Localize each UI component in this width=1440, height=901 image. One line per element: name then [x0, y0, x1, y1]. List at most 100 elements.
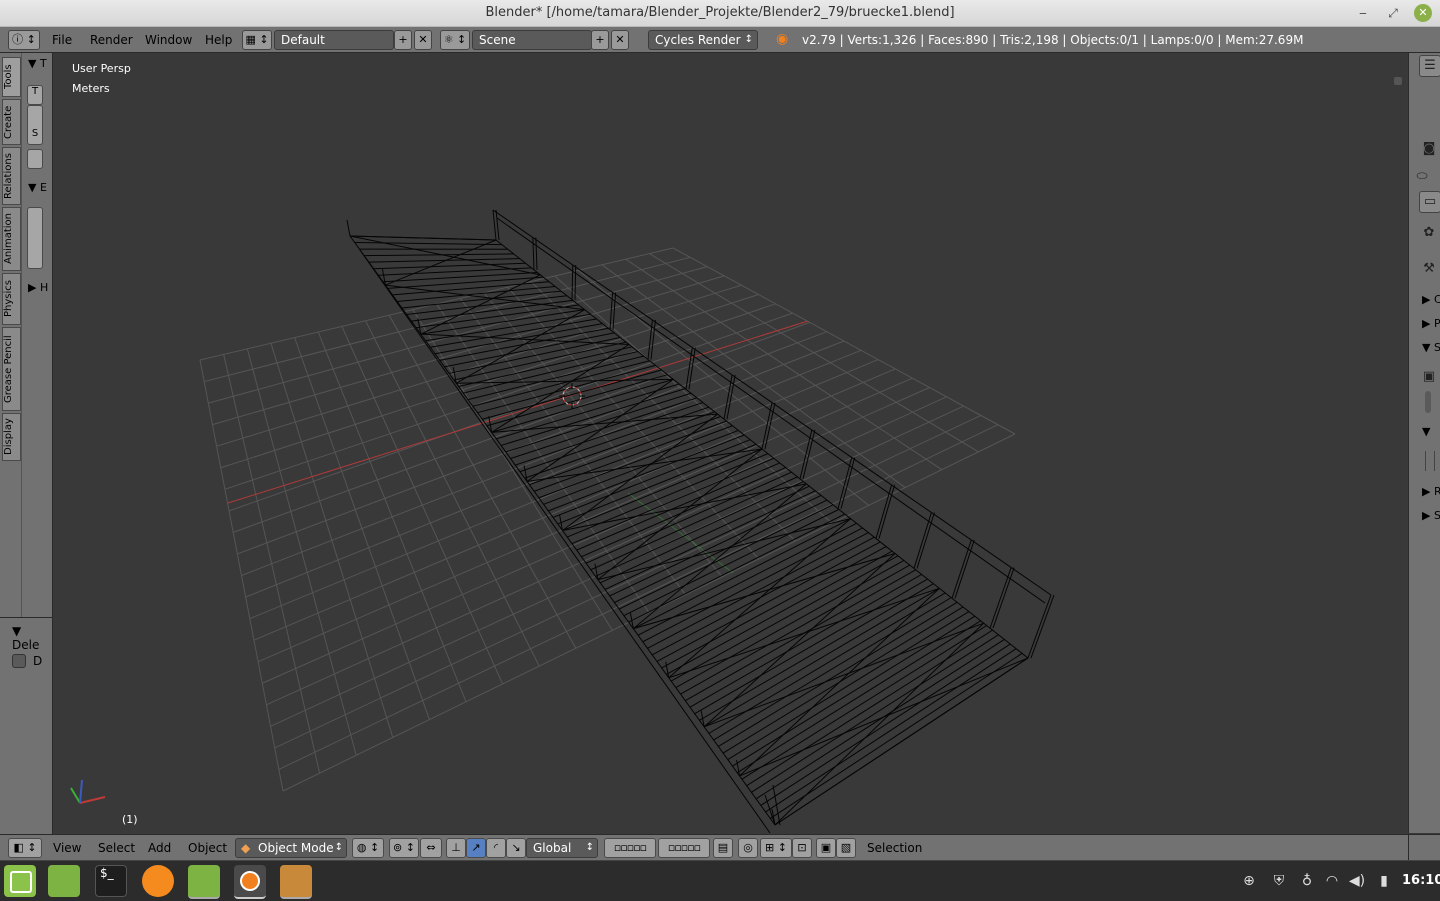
shelf-extra-button[interactable] [27, 149, 43, 169]
terminal-icon[interactable]: $_ [95, 865, 127, 897]
pivot-icon: ⊚ ↕ [393, 841, 415, 854]
view-name-label: User Persp [72, 62, 131, 75]
scene-statistics: v2.79 | Verts:1,326 | Faces:890 | Tris:2… [802, 33, 1303, 47]
tab-tools[interactable]: Tools [2, 57, 21, 97]
panel-header-transform[interactable]: ▼ T [28, 57, 47, 70]
snap-element-dropdown[interactable]: ⊞ ↕ [760, 838, 792, 858]
blender-icon[interactable] [234, 865, 266, 899]
deck-plank [539, 426, 733, 498]
render-still-icon[interactable]: ▣ [816, 838, 836, 858]
edit-buttons-group[interactable] [27, 207, 43, 269]
redshift-icon[interactable]: ♁ [1298, 872, 1316, 890]
scene-selector[interactable]: ⚛ ↕ [440, 30, 470, 50]
props-slider[interactable] [1425, 391, 1431, 413]
camera-icon[interactable]: ◙ [1419, 139, 1439, 159]
viewport-split-handle[interactable] [1394, 77, 1402, 85]
rotate-manipulator[interactable]: ↗ [466, 838, 486, 858]
orientation-dropdown[interactable]: Global ↕ [526, 838, 598, 858]
arrow-icon: ⊥ [451, 841, 461, 854]
layers-grid-1[interactable]: ▫▫▫▫▫ [604, 838, 656, 858]
menu-select[interactable]: Select [98, 841, 135, 855]
layer-lock-icon[interactable]: ▤ [713, 838, 733, 858]
tab-display[interactable]: Display [2, 413, 21, 461]
add-layout-button[interactable]: + [394, 30, 412, 50]
tab-create[interactable]: Create [2, 99, 21, 145]
battery-icon[interactable]: ▮ [1375, 872, 1393, 890]
close-button[interactable]: ✕ [1414, 4, 1432, 22]
expand-icon: ▶ [1422, 293, 1430, 306]
railing-post [955, 540, 974, 598]
panel-p[interactable]: ▶ P [1422, 317, 1440, 330]
deck-plank [610, 495, 821, 596]
tab-animation[interactable]: Animation [2, 207, 21, 271]
menu-help[interactable]: Help [205, 33, 232, 47]
menu-add[interactable]: Add [148, 841, 171, 855]
manipulator-extra[interactable]: ↘ [506, 838, 526, 858]
minimize-button[interactable]: ‒ [1354, 4, 1372, 22]
layout-name-field[interactable]: Default [274, 30, 394, 50]
shield-icon[interactable]: ⛨ [1270, 872, 1288, 890]
railing-post [572, 265, 573, 300]
menu-icon[interactable] [4, 865, 36, 897]
screen-layout-selector[interactable]: ▦ ↕ [242, 30, 272, 50]
menu-object[interactable]: Object [188, 841, 227, 855]
scale-manipulator[interactable]: ◜ [486, 838, 506, 858]
manipulator-toggle[interactable]: ⇔ [420, 838, 442, 858]
render-icon[interactable]: ▭ [1419, 191, 1440, 213]
bridge-wireframe [347, 210, 1054, 833]
tab-relations[interactable]: Relations [2, 147, 21, 205]
panel-s[interactable]: ▼ S [1422, 341, 1440, 354]
pivot-dropdown[interactable]: ⊚ ↕ [389, 838, 419, 858]
tab-grease-pencil[interactable]: Grease Pencil [2, 327, 21, 411]
panel-r[interactable]: ▶ R [1422, 485, 1440, 498]
scale-button[interactable]: S [27, 105, 43, 145]
editor-type-button[interactable]: ◧ ↕ [8, 838, 42, 858]
3d-viewport[interactable]: User Persp Meters (1) [53, 53, 1407, 833]
viewport-canvas[interactable] [53, 53, 1407, 833]
translate-button[interactable]: T [27, 85, 43, 105]
render-anim-icon[interactable]: ▧ [836, 838, 856, 858]
world-icon[interactable]: ✿ [1419, 223, 1439, 243]
operator-checkbox[interactable] [12, 654, 26, 668]
deck-plank [685, 570, 915, 701]
update-icon[interactable]: ⊕ [1240, 872, 1258, 890]
translate-manipulator[interactable]: ⊥ [446, 838, 466, 858]
volume-icon[interactable]: ◀) [1348, 872, 1366, 890]
layers-grid-2[interactable]: ▫▫▫▫▫ [658, 838, 710, 858]
axis-gizmo [71, 780, 105, 803]
render-engine-dropdown[interactable]: Cycles Render ↕ [648, 30, 758, 50]
panel-dimensions[interactable]: ▼ [1422, 425, 1430, 438]
shading-dropdown[interactable]: ◍ ↕ [352, 838, 384, 858]
render-button-icon[interactable]: ▣ [1419, 367, 1439, 387]
wifi-icon[interactable]: ◠ [1323, 872, 1341, 890]
folder-icon[interactable] [48, 865, 80, 897]
firefox-icon[interactable] [142, 865, 174, 897]
scene-name-field[interactable]: Scene [472, 30, 592, 50]
mode-dropdown[interactable]: ◆ Object Mode ↕ [235, 838, 347, 858]
editor-type-button[interactable]: ⓘ ↕ [8, 30, 40, 50]
panel-header-history[interactable]: ▶ H [28, 281, 48, 294]
menu-view[interactable]: View [53, 841, 81, 855]
menu-window[interactable]: Window [145, 33, 192, 47]
files-icon[interactable] [188, 865, 220, 899]
archive-icon[interactable] [280, 865, 312, 899]
add-scene-button[interactable]: + [591, 30, 609, 50]
menu-render[interactable]: Render [90, 33, 133, 47]
tab-physics[interactable]: Physics [2, 273, 21, 325]
maximize-button[interactable]: ⤢ [1384, 4, 1402, 22]
tool-icon[interactable]: ⚒ [1419, 259, 1439, 279]
snap-target-icon[interactable]: ⊡ [792, 838, 812, 858]
proportional-edit-icon[interactable]: ◎ [738, 838, 758, 858]
props-field[interactable] [1425, 451, 1435, 471]
delete-scene-button[interactable]: ✕ [611, 30, 629, 50]
menu-file[interactable]: File [52, 33, 72, 47]
toggle-icon[interactable]: ⬭ [1411, 167, 1433, 187]
delete-layout-button[interactable]: ✕ [414, 30, 432, 50]
panel-s2[interactable]: ▶ S [1422, 509, 1440, 522]
outliner-icon[interactable]: ☰ [1419, 55, 1440, 77]
panel-c[interactable]: ▶ C [1422, 293, 1440, 306]
operator-header[interactable]: ▼ Dele [12, 624, 52, 652]
deck-plank [350, 236, 496, 240]
deck-plank [714, 598, 952, 740]
panel-header-edit[interactable]: ▼ E [28, 181, 47, 194]
